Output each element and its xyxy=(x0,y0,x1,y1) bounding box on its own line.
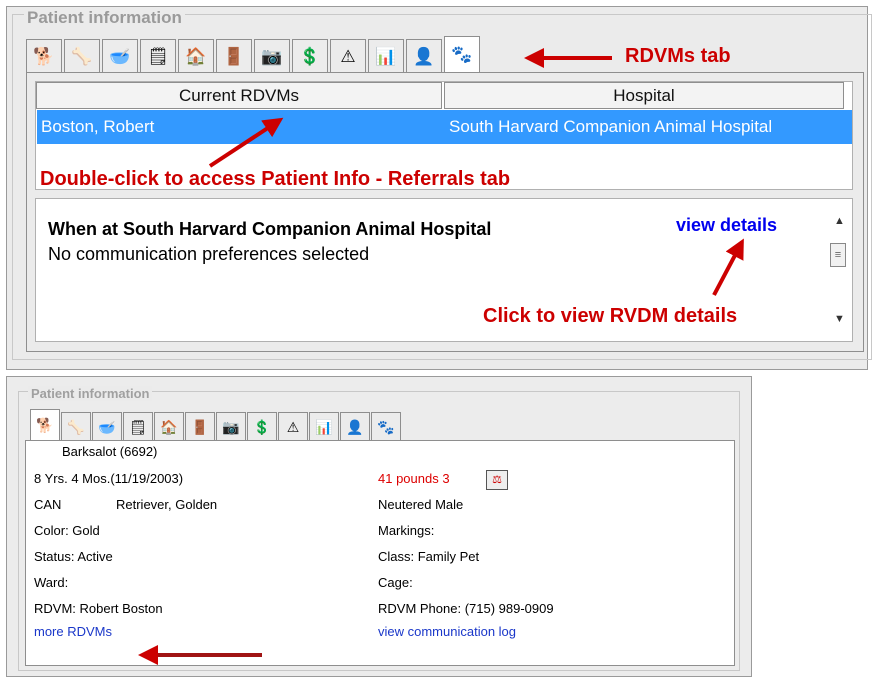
rdvm-phone: RDVM Phone: (715) 989-0909 xyxy=(378,601,554,616)
house-icon: 🏠 xyxy=(185,46,207,66)
patient-name: Barksalot (6692) xyxy=(62,444,158,459)
tab-contacts[interactable]: 👤 xyxy=(340,412,370,440)
view-details-link[interactable]: view details xyxy=(676,215,777,236)
billing-icon: 💲 xyxy=(299,46,321,66)
patient-rdvm: RDVM: Robert Boston xyxy=(34,601,163,616)
tab-rdvms[interactable]: 🐾 xyxy=(371,412,401,440)
annotation-double-click: Double-click to access Patient Info - Re… xyxy=(40,168,511,190)
cat-bowl-icon: 🥣 xyxy=(109,46,131,66)
patient-cage: Cage: xyxy=(378,575,413,590)
tab-alerts[interactable]: ⚠ xyxy=(330,39,366,72)
person-icon: 👤 xyxy=(413,46,435,66)
patient-ward: Ward: xyxy=(34,575,69,590)
tab-contacts[interactable]: 👤 xyxy=(406,39,442,72)
patient-info-tabstrip-bottom: 🐕 🦴 🥣 🗒 🏠 🚪 📷 💲 ⚠ 📊 👤 🐾 xyxy=(30,409,402,440)
alert-icon: ⚠ xyxy=(286,418,300,435)
person-icon: 👤 xyxy=(346,418,364,435)
billing-icon: 💲 xyxy=(253,418,271,435)
camera-icon: 📷 xyxy=(222,418,240,435)
tab-charts[interactable]: 📊 xyxy=(309,412,339,440)
dog-icon: 🐕 xyxy=(36,417,54,433)
table-row[interactable]: Boston, Robert South Harvard Companion A… xyxy=(37,110,852,144)
tab-diet[interactable]: 🦴 xyxy=(64,39,100,72)
tab-household[interactable]: 🏠 xyxy=(178,39,214,72)
tab-visits[interactable]: 🚪 xyxy=(216,39,252,72)
tab-patient[interactable]: 🐕 xyxy=(30,409,60,440)
more-rdvms-link[interactable]: more RDVMs xyxy=(34,624,112,639)
tab-charts[interactable]: 📊 xyxy=(368,39,404,72)
tab-rdvms[interactable]: 🐾 xyxy=(444,36,480,72)
alert-icon: ⚠ xyxy=(340,46,356,66)
patient-status: Status: Active xyxy=(34,549,113,564)
tab-records[interactable]: 🗒 xyxy=(140,39,176,72)
annotation-rdvms-tab: RDVMs tab xyxy=(625,45,731,67)
door-exit-icon: 🚪 xyxy=(223,46,245,66)
tab-diet[interactable]: 🦴 xyxy=(61,412,91,440)
column-header-hospital[interactable]: Hospital xyxy=(444,82,844,109)
patient-info-tabstrip: 🐕 🦴 🥣 🗒 🏠 🚪 📷 💲 ⚠ 📊 👤 🐾 xyxy=(26,36,482,72)
dog-icon: 🐕 xyxy=(33,46,55,66)
tab-records[interactable]: 🗒 xyxy=(123,412,153,440)
communication-title: When at South Harvard Companion Animal H… xyxy=(48,219,492,239)
patient-weight: 41 pounds 3 xyxy=(378,471,450,486)
weight-scale-button[interactable]: ⚖ xyxy=(486,470,508,490)
view-communication-log-link[interactable]: view communication log xyxy=(378,624,516,639)
tab-images[interactable]: 📷 xyxy=(216,412,246,440)
scroll-thumb[interactable]: ≡ xyxy=(830,243,846,267)
patient-markings: Markings: xyxy=(378,523,435,538)
rdvm-name-cell: Boston, Robert xyxy=(41,117,155,136)
tab-images[interactable]: 📷 xyxy=(254,39,290,72)
patient-breed: Retriever, Golden xyxy=(116,497,218,512)
hospital-cell: South Harvard Companion Animal Hospital xyxy=(449,117,773,136)
dog-treat-icon: 🦴 xyxy=(71,46,93,66)
camera-icon: 📷 xyxy=(261,46,283,66)
rdvms-tab-content: Current RDVMs Hospital Boston, Robert So… xyxy=(26,72,864,352)
patient-class: Class: Family Pet xyxy=(378,549,480,564)
column-header-current-rdvms[interactable]: Current RDVMs xyxy=(36,82,442,109)
tab-household[interactable]: 🏠 xyxy=(154,412,184,440)
tab-visits[interactable]: 🚪 xyxy=(185,412,215,440)
patient-age: 8 Yrs. 4 Mos.(11/19/2003) xyxy=(34,471,184,486)
scroll-down-icon[interactable]: ▼ xyxy=(834,313,845,325)
tab-feeding[interactable]: 🥣 xyxy=(102,39,138,72)
chart-icon: 📊 xyxy=(315,418,333,435)
patient-color: Color: Gold xyxy=(34,523,100,538)
tab-billing[interactable]: 💲 xyxy=(247,412,277,440)
cat-bowl-icon: 🥣 xyxy=(98,418,116,435)
tab-billing[interactable]: 💲 xyxy=(292,39,328,72)
patient-info-legend: Patient information xyxy=(24,8,185,28)
vertical-scrollbar[interactable]: ▲ ≡ ▼ xyxy=(828,205,850,339)
tab-patient[interactable]: 🐕 xyxy=(26,39,62,72)
patient-info-legend-bottom: Patient information xyxy=(28,386,153,401)
document-icon: 🗒 xyxy=(147,46,169,66)
door-exit-icon: 🚪 xyxy=(191,418,209,435)
scale-icon: ⚖ xyxy=(492,474,502,486)
rdvm-icon: 🐾 xyxy=(377,418,395,435)
annotation-click-view: Click to view RVDM details xyxy=(483,305,738,327)
dog-treat-icon: 🦴 xyxy=(67,418,85,435)
communication-subtitle: No communication preferences selected xyxy=(48,244,370,264)
chart-icon: 📊 xyxy=(375,46,397,66)
tab-feeding[interactable]: 🥣 xyxy=(92,412,122,440)
house-icon: 🏠 xyxy=(160,418,178,435)
patient-species: CAN xyxy=(34,497,62,512)
scroll-up-icon[interactable]: ▲ xyxy=(834,215,845,227)
rdvm-icon: 🐾 xyxy=(451,45,473,64)
document-icon: 🗒 xyxy=(129,418,147,435)
tab-alerts[interactable]: ⚠ xyxy=(278,412,308,440)
patient-sex: Neutered Male xyxy=(378,497,464,512)
